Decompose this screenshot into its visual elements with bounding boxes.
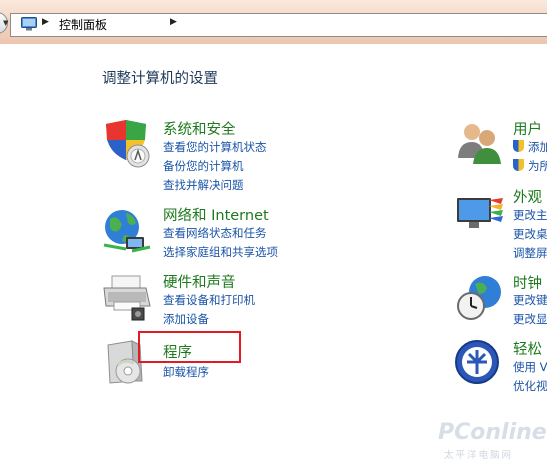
link-adjust-screen[interactable]: 调整屏 — [513, 245, 547, 261]
link-change-display-language[interactable]: 更改显 — [513, 311, 547, 327]
appearance-display-icon[interactable] — [455, 190, 505, 240]
link-add-device[interactable]: 添加设备 — [163, 311, 209, 327]
link-troubleshoot[interactable]: 查找并解决问题 — [163, 177, 244, 193]
network-globe-icon[interactable] — [102, 205, 152, 255]
link-devices-printers[interactable]: 查看设备和打印机 — [163, 292, 255, 308]
clock-globe-icon[interactable] — [455, 272, 505, 322]
link-optimize-visual[interactable]: 优化视 — [513, 378, 547, 394]
recent-pages-dropdown-icon[interactable]: ▼ — [3, 20, 10, 27]
link-user-setting[interactable]: 为所 — [528, 158, 547, 174]
link-uninstall-program[interactable]: 卸载程序 — [163, 364, 209, 380]
highlight-annotation — [138, 331, 241, 363]
address-bar-frame: ▼ ▶ 控制面板 ▶ — [0, 0, 547, 44]
category-user-accounts[interactable]: 用户 — [513, 118, 542, 139]
category-network-internet[interactable]: 网络和 Internet — [163, 204, 269, 225]
uac-shield-icon — [513, 140, 524, 152]
link-backup-computer[interactable]: 备份您的计算机 — [163, 158, 244, 174]
link-use-windows-suggestions[interactable]: 使用 V — [513, 359, 547, 375]
link-view-network-status[interactable]: 查看网络状态和任务 — [163, 225, 267, 241]
category-hardware-sound[interactable]: 硬件和声音 — [163, 271, 236, 292]
watermark: PConline 太平洋电脑网 — [428, 420, 547, 471]
category-system-security[interactable]: 系统和安全 — [163, 118, 236, 139]
system-security-shield-icon[interactable] — [102, 118, 152, 168]
breadcrumb-separator-icon[interactable]: ▶ — [42, 17, 49, 27]
user-accounts-icon[interactable] — [455, 118, 505, 168]
control-panel-small-icon — [21, 17, 37, 31]
category-appearance[interactable]: 外观 — [513, 186, 542, 207]
breadcrumb-separator-icon[interactable]: ▶ — [170, 17, 177, 27]
link-add-user[interactable]: 添加 — [528, 139, 547, 155]
watermark-logo-text: PConline — [438, 420, 547, 445]
ease-of-access-icon[interactable] — [455, 338, 505, 388]
page-title: 调整计算机的设置 — [102, 71, 218, 87]
link-view-computer-status[interactable]: 查看您的计算机状态 — [163, 139, 267, 155]
link-change-theme[interactable]: 更改主 — [513, 207, 547, 223]
uac-shield-icon — [513, 159, 524, 171]
watermark-subtext: 太平洋电脑网 — [444, 450, 514, 461]
link-change-desktop[interactable]: 更改桌 — [513, 226, 547, 242]
printer-hardware-icon[interactable] — [102, 272, 152, 322]
category-clock-region[interactable]: 时钟 — [513, 272, 542, 293]
link-change-keyboard[interactable]: 更改键 — [513, 292, 547, 308]
breadcrumb-control-panel[interactable]: 控制面板 — [59, 16, 107, 33]
link-homegroup-sharing[interactable]: 选择家庭组和共享选项 — [163, 244, 278, 260]
category-ease-of-access[interactable]: 轻松 — [513, 338, 542, 359]
